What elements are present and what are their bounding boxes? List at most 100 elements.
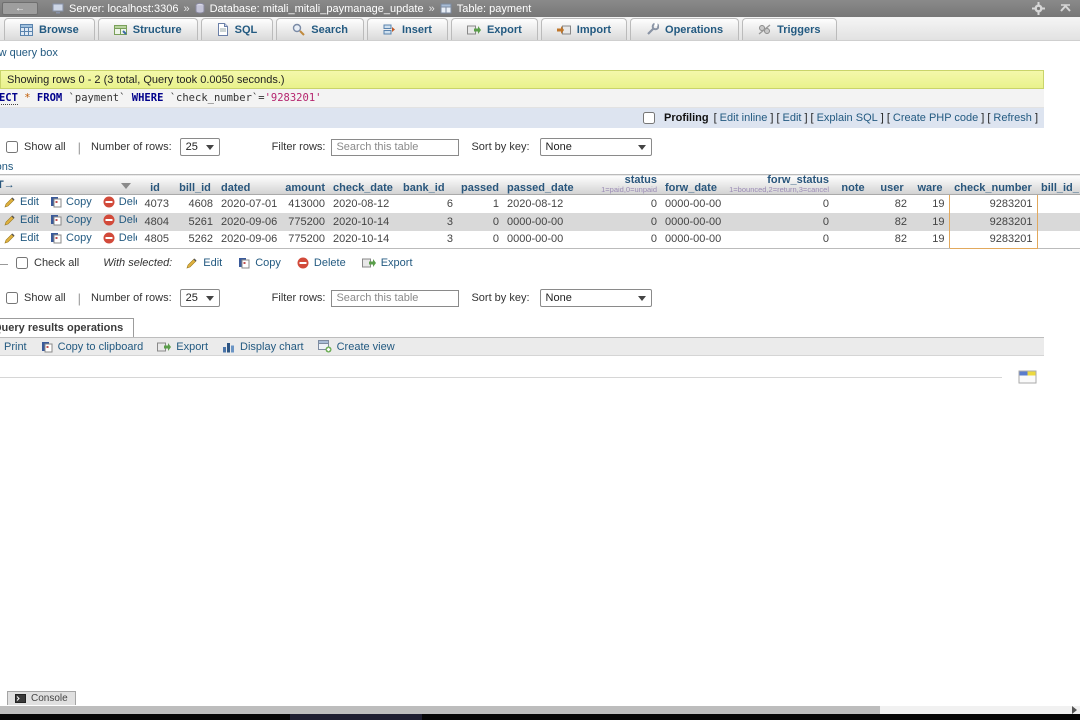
- pagination-controls-bottom: Show all | Number of rows: 25 Filter row…: [6, 288, 1066, 308]
- console-label: Console: [31, 693, 68, 704]
- explain-sql-link[interactable]: Explain SQL: [817, 112, 878, 124]
- delete-row-link[interactable]: Delete: [103, 214, 137, 226]
- collapse-top-icon[interactable]: [1059, 2, 1072, 15]
- header-amount[interactable]: amount: [279, 175, 329, 195]
- tab-import[interactable]: Import: [541, 18, 627, 40]
- scrollbar-thumb[interactable]: [0, 706, 880, 714]
- settings-gear-icon[interactable]: [1032, 2, 1045, 15]
- show-all-checkbox[interactable]: [6, 292, 18, 304]
- tab-sql[interactable]: SQL: [201, 18, 274, 40]
- number-of-rows-label: Number of rows:: [91, 141, 172, 153]
- pagination-controls-top: Show all | Number of rows: 25 Filter row…: [6, 137, 1066, 157]
- export-icon: [362, 257, 376, 269]
- console-tab[interactable]: Console: [7, 691, 76, 705]
- print-link[interactable]: Print: [0, 341, 27, 353]
- breadcrumb-server[interactable]: Server: localhost:3306: [69, 3, 178, 15]
- copy-row-link[interactable]: Copy: [50, 196, 92, 208]
- tab-browse[interactable]: Browse: [4, 18, 95, 40]
- tab-export[interactable]: Export: [451, 18, 538, 40]
- window-icon[interactable]: [1018, 370, 1038, 384]
- header-actions[interactable]: ←T→: [0, 175, 137, 195]
- tab-search[interactable]: Search: [276, 18, 364, 40]
- with-selected-export[interactable]: Export: [362, 257, 413, 269]
- export-link[interactable]: Export: [157, 341, 208, 353]
- header-bill-id-2[interactable]: bill_id_: [1037, 175, 1080, 195]
- edit-row-link[interactable]: Edit: [4, 232, 39, 244]
- tab-operations[interactable]: Operations: [630, 18, 739, 40]
- create-php-code-link[interactable]: Create PHP code: [893, 112, 978, 124]
- header-check-date[interactable]: check_date: [329, 175, 399, 195]
- copy-row-link[interactable]: Copy: [50, 232, 92, 244]
- breadcrumb-database[interactable]: Database: mitali_mitali_paymanage_update: [210, 3, 424, 15]
- profiling-checkbox[interactable]: [643, 112, 655, 124]
- cell-check-number: 9283201: [949, 231, 1037, 249]
- breadcrumb-table[interactable]: Table: payment: [457, 3, 532, 15]
- header-bank-id[interactable]: bank_id: [399, 175, 457, 195]
- edit-row-link[interactable]: Edit: [4, 196, 39, 208]
- bracket: [: [887, 112, 890, 124]
- cell-passed-date: 0000-00-00: [503, 213, 583, 231]
- refresh-link[interactable]: Refresh: [993, 112, 1032, 124]
- tab-structure-label: Structure: [133, 24, 182, 36]
- export-icon: [467, 24, 481, 36]
- with-selected-edit[interactable]: Edit: [186, 257, 222, 269]
- cell-bill-id: 5261: [173, 213, 217, 231]
- with-selected-copy[interactable]: Copy: [238, 257, 281, 269]
- create-view-link[interactable]: Create view: [318, 340, 395, 353]
- header-forw-status[interactable]: forw_status 1=bounced,2=return,3=cancel: [721, 175, 833, 195]
- back-button[interactable]: ←: [2, 2, 38, 15]
- actions-header-label: ←T→: [0, 179, 15, 191]
- with-selected-delete[interactable]: Delete: [297, 257, 346, 269]
- header-passed[interactable]: passed: [457, 175, 503, 195]
- tab-structure[interactable]: Structure: [98, 18, 198, 40]
- edit-row-link[interactable]: Edit: [4, 214, 39, 226]
- number-of-rows-select[interactable]: 25: [180, 289, 220, 307]
- with-selected-row: Check all With selected: Edit Copy Delet…: [0, 253, 429, 273]
- header-note[interactable]: note: [833, 175, 873, 195]
- tab-insert[interactable]: Insert: [367, 18, 448, 40]
- number-of-rows-select[interactable]: 25: [180, 138, 220, 156]
- delete-icon: [297, 257, 309, 269]
- header-ware[interactable]: ware: [911, 175, 949, 195]
- delete-label: Delete: [119, 196, 137, 208]
- cell-bank-id: 6: [399, 195, 457, 213]
- server-icon: [52, 3, 64, 14]
- header-dated[interactable]: dated: [217, 175, 279, 195]
- header-bill-id[interactable]: bill_id: [173, 175, 217, 195]
- filter-rows-input[interactable]: [331, 290, 459, 307]
- sort-dropdown-icon[interactable]: [121, 183, 131, 189]
- row-actions: Edit Copy Delete: [0, 231, 137, 249]
- copy-to-clipboard-link[interactable]: Copy to clipboard: [41, 341, 144, 353]
- cell-user: 82: [873, 213, 911, 231]
- delete-row-link[interactable]: Delete: [103, 232, 137, 244]
- filter-rows-input[interactable]: [331, 139, 459, 156]
- header-id[interactable]: id: [137, 175, 173, 195]
- header-passed-date[interactable]: passed_date: [503, 175, 583, 195]
- header-forw-date[interactable]: forw_date: [661, 175, 721, 195]
- chevron-down-icon: [206, 145, 214, 150]
- sql-star: *: [24, 92, 30, 104]
- horizontal-scrollbar[interactable]: [0, 706, 1080, 714]
- copy-row-link[interactable]: Copy: [50, 214, 92, 226]
- display-chart-link[interactable]: Display chart: [222, 341, 304, 353]
- cell-id: 4804: [137, 213, 173, 231]
- sort-by-key-select[interactable]: None: [540, 138, 652, 156]
- edit-inline-link[interactable]: Edit inline: [720, 112, 768, 124]
- delete-row-link[interactable]: Delete: [103, 196, 137, 208]
- cell-amount: 775200: [279, 231, 329, 249]
- cell-passed: 1: [457, 195, 503, 213]
- header-status[interactable]: status 1=paid,0=unpaid: [583, 175, 661, 195]
- sort-by-key-select[interactable]: None: [540, 289, 652, 307]
- tab-sql-label: SQL: [235, 24, 258, 36]
- header-check-number[interactable]: check_number: [949, 175, 1037, 195]
- edit-link[interactable]: Edit: [783, 112, 802, 124]
- tree-branch-mark: [0, 256, 8, 265]
- tab-triggers[interactable]: Triggers: [742, 18, 836, 40]
- scrollbar-right-arrow-icon[interactable]: [1072, 706, 1077, 714]
- options-link[interactable]: + Options: [0, 161, 13, 173]
- header-user[interactable]: user: [873, 175, 911, 195]
- check-all-checkbox[interactable]: [16, 257, 28, 269]
- show-query-box-link[interactable]: Show query box: [0, 47, 58, 59]
- export-icon: [157, 341, 171, 353]
- show-all-checkbox[interactable]: [6, 141, 18, 153]
